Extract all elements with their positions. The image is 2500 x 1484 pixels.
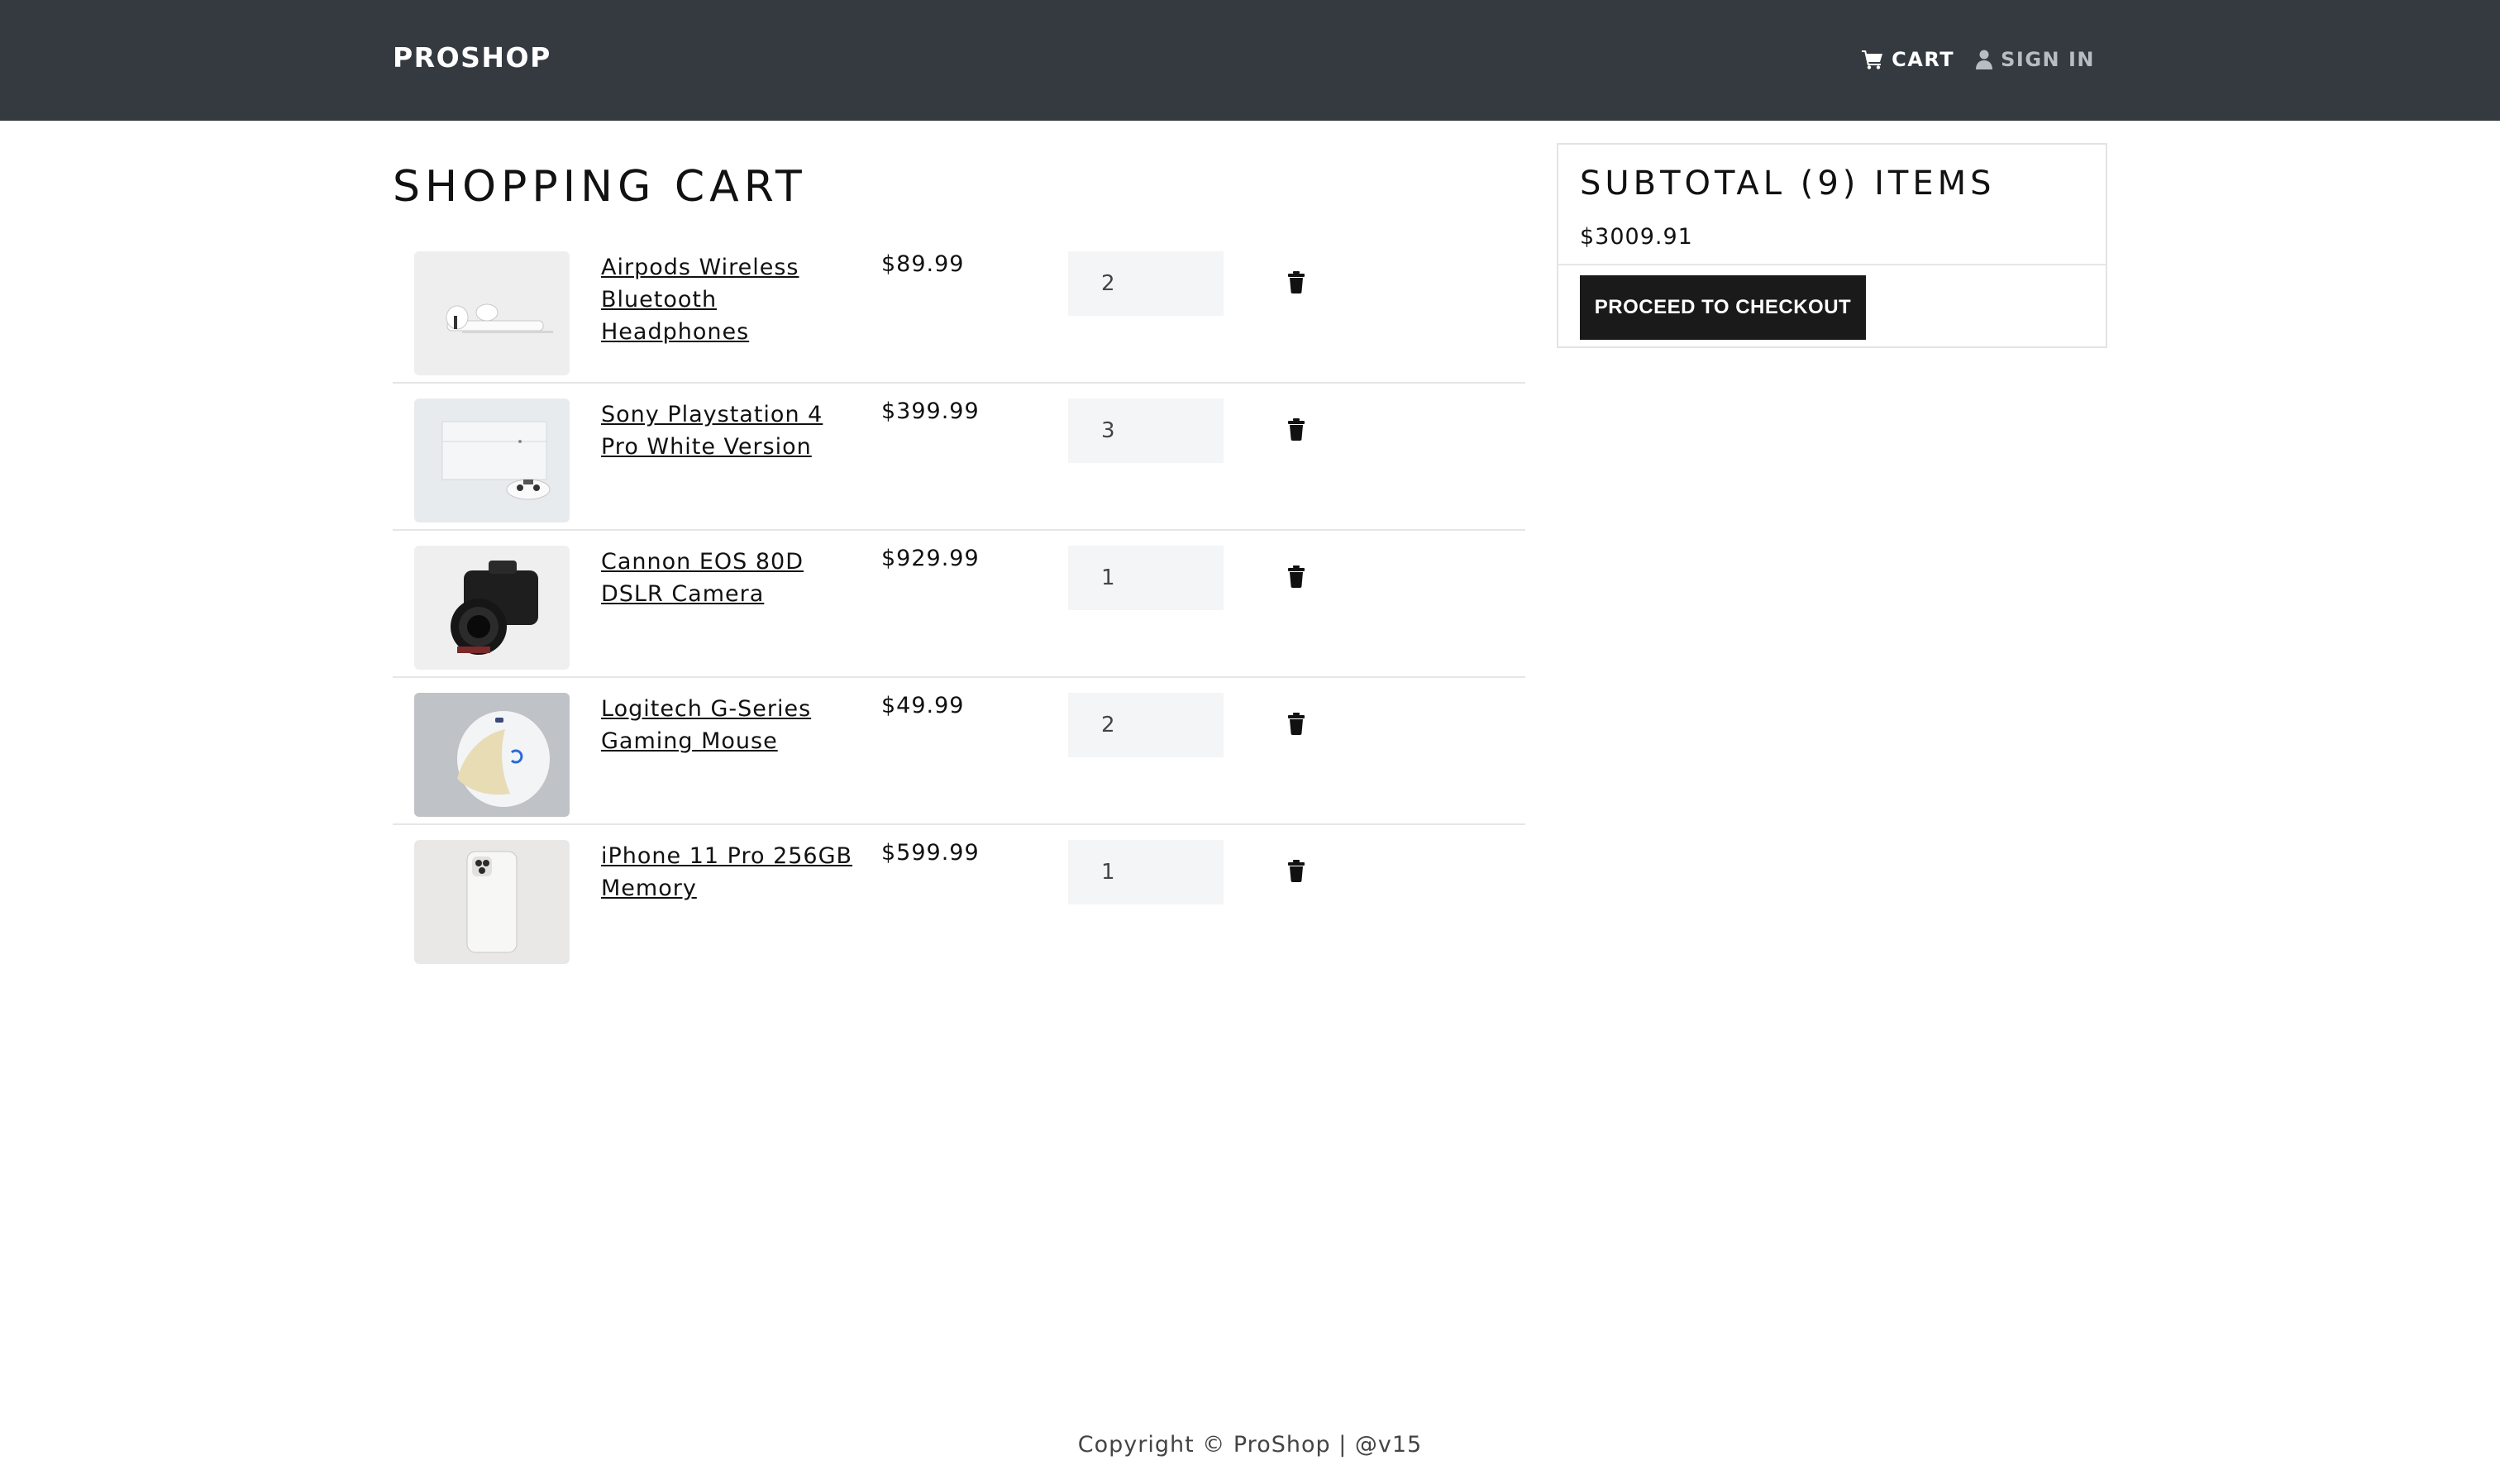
cart-list: Airpods Wireless Bluetooth Headphones $8…: [393, 236, 1525, 971]
summary-divider: [1558, 264, 2106, 265]
quantity-select[interactable]: 3: [1068, 398, 1224, 463]
cart-summary: SUBTOTAL (9) ITEMS $3009.91 PROCEED TO C…: [1557, 143, 2107, 348]
quantity-select[interactable]: 2: [1068, 251, 1224, 316]
brand-logo[interactable]: PROSHOP: [393, 41, 551, 74]
product-name-link[interactable]: iPhone 11 Pro 256GB Memory: [601, 840, 857, 904]
cart-item-row: Sony Playstation 4 Pro White Version $39…: [393, 384, 1525, 531]
trash-icon[interactable]: [1284, 711, 1309, 736]
cart-item-row: Logitech G-Series Gaming Mouse $49.99 2: [393, 678, 1525, 825]
subtotal-title: SUBTOTAL (9) ITEMS: [1580, 165, 1996, 203]
product-price: $929.99: [881, 546, 980, 571]
product-name-link[interactable]: Cannon EOS 80D DSLR Camera: [601, 546, 857, 610]
user-icon: [1976, 50, 1993, 69]
quantity-select[interactable]: 1: [1068, 840, 1224, 904]
nav-links: CART SIGN IN: [1840, 48, 2095, 71]
cart-link[interactable]: CART: [1862, 48, 1954, 71]
quantity-select[interactable]: 2: [1068, 693, 1224, 757]
cart-item-row: iPhone 11 Pro 256GB Memory $599.99 1: [393, 825, 1525, 971]
footer-copyright: Copyright © ProShop | @v15: [1077, 1432, 1423, 1458]
iphone-image: [414, 840, 570, 964]
cart-link-label: CART: [1892, 48, 1955, 71]
camera-image: [414, 546, 570, 670]
product-price: $399.99: [881, 398, 980, 424]
trash-icon[interactable]: [1284, 858, 1309, 883]
cart-item-row: Airpods Wireless Bluetooth Headphones $8…: [393, 236, 1525, 384]
airpods-image: [414, 251, 570, 375]
cart-item-row: Cannon EOS 80D DSLR Camera $929.99 1: [393, 531, 1525, 678]
mouse-image: [414, 693, 570, 817]
product-name-link[interactable]: Sony Playstation 4 Pro White Version: [601, 398, 857, 463]
product-price: $599.99: [881, 840, 980, 866]
product-price: $89.99: [881, 251, 965, 277]
sign-in-label: SIGN IN: [2001, 48, 2095, 71]
trash-icon[interactable]: [1284, 270, 1309, 294]
playstation-image: [414, 398, 570, 523]
subtotal-amount: $3009.91: [1580, 224, 1693, 250]
product-name-link[interactable]: Logitech G-Series Gaming Mouse: [601, 693, 857, 757]
trash-icon[interactable]: [1284, 417, 1309, 441]
product-price: $49.99: [881, 693, 965, 718]
quantity-select[interactable]: 1: [1068, 546, 1224, 610]
shopping-cart-icon: [1862, 50, 1883, 69]
navbar: PROSHOP CART SIGN IN: [0, 0, 2500, 121]
product-name-link[interactable]: Airpods Wireless Bluetooth Headphones: [601, 251, 857, 348]
checkout-button[interactable]: PROCEED TO CHECKOUT: [1580, 275, 1866, 340]
page-title: SHOPPING CART: [393, 162, 807, 212]
sign-in-link[interactable]: SIGN IN: [1976, 48, 2095, 71]
trash-icon[interactable]: [1284, 564, 1309, 589]
